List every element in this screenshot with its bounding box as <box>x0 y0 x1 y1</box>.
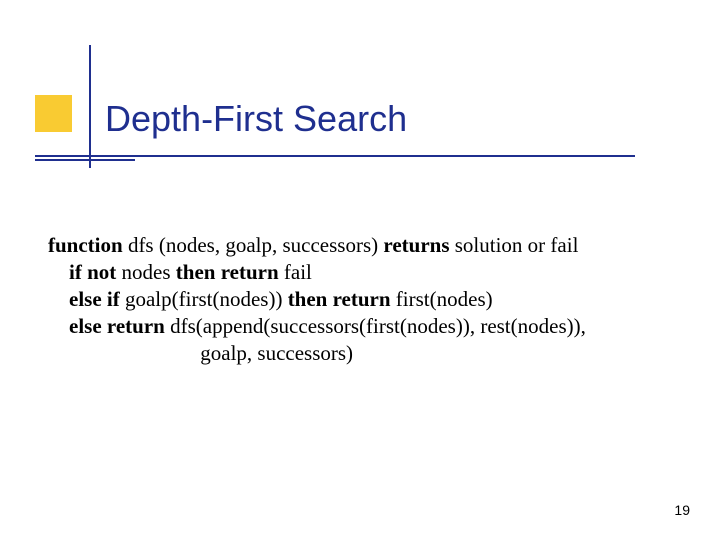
accent-square <box>35 95 72 132</box>
kw-then-return: then return <box>288 287 391 311</box>
page-number: 19 <box>674 502 690 518</box>
code-text: dfs(append(successors(first(nodes)), res… <box>165 314 586 338</box>
slide-title: Depth-First Search <box>105 98 407 140</box>
code-text: nodes <box>116 260 176 284</box>
code-text: fail <box>279 260 312 284</box>
code-text: first(nodes) <box>391 287 493 311</box>
kw-not: not <box>87 260 116 284</box>
kw-returns: returns <box>383 233 449 257</box>
code-line-2: if not nodes then return fail <box>48 259 586 286</box>
title-underline <box>35 155 635 157</box>
kw-function: function <box>48 233 123 257</box>
kw-else-if: else if <box>69 287 120 311</box>
code-line-3: else if goalp(first(nodes)) then return … <box>48 286 586 313</box>
code-text: goalp, successors) <box>48 341 353 365</box>
title-underline-short <box>35 159 135 161</box>
code-line-5: goalp, successors) <box>48 340 586 367</box>
title-vertical-rule <box>89 45 91 168</box>
code-line-4: else return dfs(append(successors(first(… <box>48 313 586 340</box>
kw-else-return: else return <box>69 314 165 338</box>
pseudocode-block: function dfs (nodes, goalp, successors) … <box>48 232 586 366</box>
code-text: solution or fail <box>450 233 579 257</box>
kw-if: if <box>69 260 82 284</box>
kw-then-return: then return <box>176 260 279 284</box>
code-text: goalp(first(nodes)) <box>120 287 288 311</box>
code-text: dfs (nodes, goalp, successors) <box>123 233 384 257</box>
code-line-1: function dfs (nodes, goalp, successors) … <box>48 232 586 259</box>
